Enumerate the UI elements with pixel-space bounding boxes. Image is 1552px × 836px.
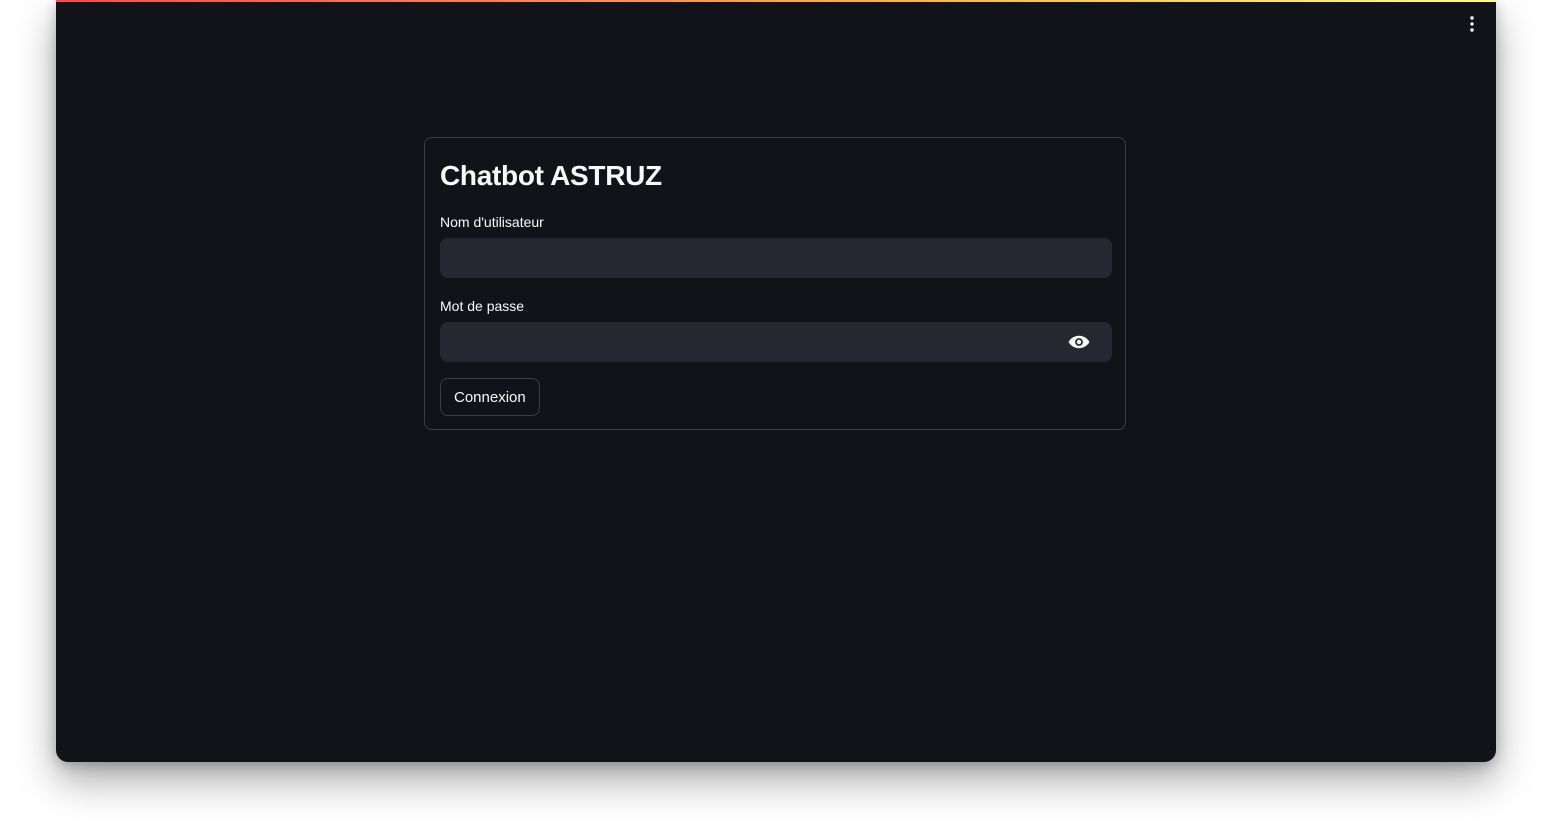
vertical-ellipsis-icon — [1470, 16, 1474, 32]
password-input[interactable] — [440, 322, 1112, 362]
eye-icon — [1068, 335, 1090, 349]
page-title: Chatbot ASTRUZ — [440, 160, 662, 191]
username-label: Nom d'utilisateur — [440, 214, 544, 230]
password-label: Mot de passe — [440, 298, 525, 314]
header-decoration-bar — [56, 0, 1496, 2]
username-input[interactable] — [440, 238, 1112, 278]
main-menu-button[interactable] — [1458, 10, 1486, 38]
login-form: Chatbot ASTRUZ Nom d'utilisateur Mot de … — [424, 137, 1126, 430]
app-window: Chatbot ASTRUZ Nom d'utilisateur Mot de … — [56, 0, 1496, 762]
show-password-toggle[interactable] — [1066, 330, 1092, 354]
login-button[interactable]: Connexion — [440, 378, 540, 416]
